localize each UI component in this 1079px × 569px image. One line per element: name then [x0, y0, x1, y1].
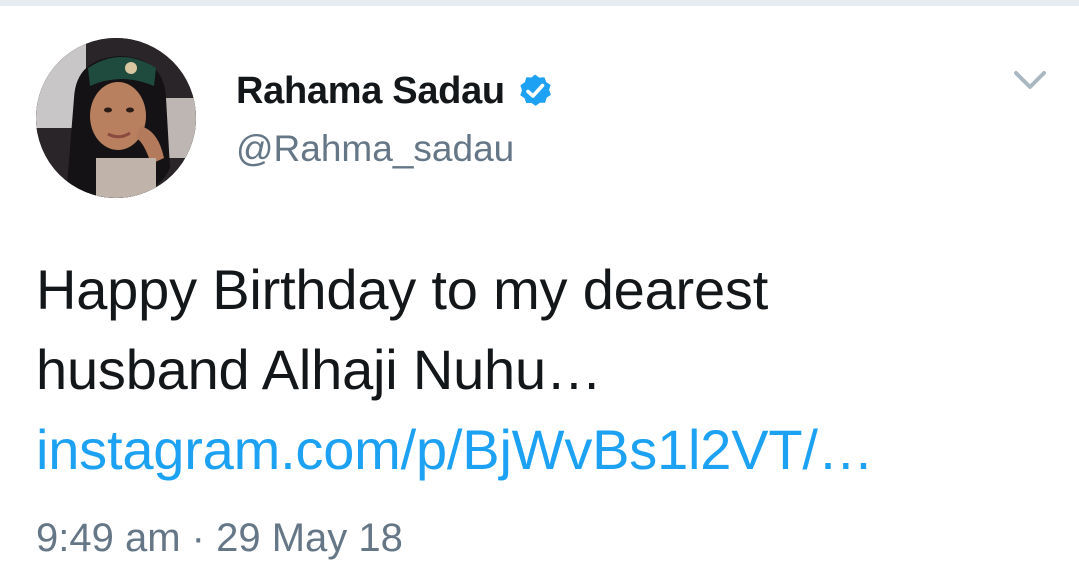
- tweet-card[interactable]: Rahama Sadau @Rahma_sadau Happy Birthday…: [0, 0, 1079, 569]
- verified-badge-icon: [517, 73, 553, 109]
- tweet-text-line: husband Alhaji Nuhu…: [36, 338, 602, 401]
- timestamp-separator: ·: [191, 516, 205, 560]
- tweet-time: 9:49 am: [36, 516, 181, 560]
- author-row: Rahama Sadau: [236, 66, 553, 116]
- avatar[interactable]: [36, 38, 196, 198]
- chevron-down-icon[interactable]: [1010, 64, 1050, 100]
- timestamp[interactable]: 9:49 am · 29 May 18: [36, 516, 403, 561]
- tweet-text-line: Happy Birthday to my dearest: [36, 258, 769, 321]
- user-handle[interactable]: @Rahma_sadau: [236, 128, 514, 170]
- instagram-link[interactable]: instagram.com/p/BjWvBs1l2VT/…: [36, 418, 874, 481]
- tweet-text: Happy Birthday to my dearest husband Alh…: [36, 250, 1066, 490]
- display-name[interactable]: Rahama Sadau: [236, 70, 505, 113]
- avatar-photo: [36, 38, 196, 198]
- tweet-date: 29 May 18: [216, 516, 403, 560]
